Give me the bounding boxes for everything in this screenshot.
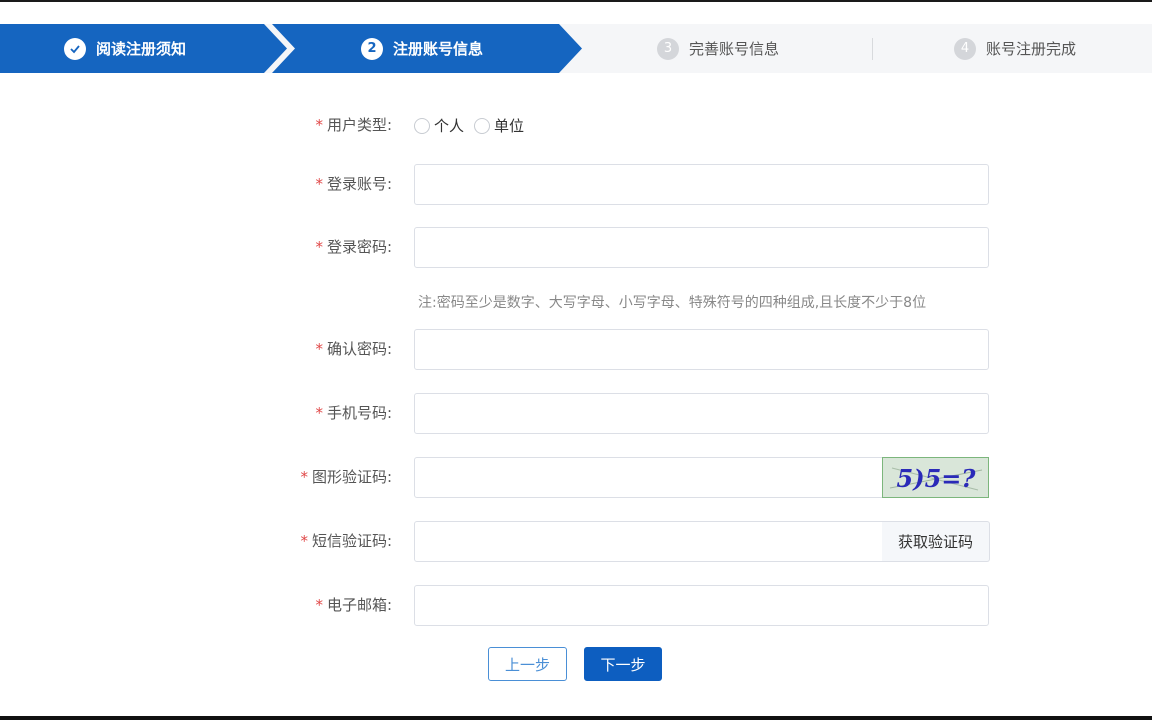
email-input[interactable] xyxy=(414,585,989,626)
label-text: 电子邮箱: xyxy=(326,596,392,614)
label-text: 手机号码: xyxy=(326,404,392,422)
label-text: 登录账号: xyxy=(326,175,392,193)
user-type-individual-option[interactable]: 个人 xyxy=(414,115,464,136)
step-label: 注册账号信息 xyxy=(393,40,484,58)
phone-label: * 手机号码: xyxy=(315,402,392,423)
required-mark: * xyxy=(300,468,308,486)
confirm-password-label: * 确认密码: xyxy=(315,338,392,359)
password-label: * 登录密码: xyxy=(315,236,392,257)
label-text: 用户类型: xyxy=(326,116,392,134)
option-label: 个人 xyxy=(434,117,465,135)
step-number: 4 xyxy=(954,37,976,60)
label-text: 图形验证码: xyxy=(311,468,392,486)
step-complete-info: 3 完善账号信息 xyxy=(657,24,779,73)
phone-row: * 手机号码: xyxy=(0,393,1152,434)
email-label: * 电子邮箱: xyxy=(315,594,392,615)
step-divider xyxy=(872,38,873,60)
sms-code-row: * 短信验证码: 获取验证码 xyxy=(0,521,1152,562)
step-progress-bar: 阅读注册须知 2 注册账号信息 3 完善账号信息 4 账号注册完成 xyxy=(0,24,1152,73)
user-type-row: * 用户类型: 个人 单位 xyxy=(0,114,1152,136)
bottom-border xyxy=(0,716,1152,720)
required-mark: * xyxy=(315,404,323,422)
password-rule-note: 注:密码至少是数字、大写字母、小写字母、特殊符号的四种组成,且长度不少于8位 xyxy=(418,295,927,311)
phone-input[interactable] xyxy=(414,393,989,434)
user-type-label: * 用户类型: xyxy=(315,114,392,135)
required-mark: * xyxy=(315,340,323,358)
step-number: 3 xyxy=(657,37,679,60)
account-label: * 登录账号: xyxy=(315,173,392,194)
email-row: * 电子邮箱: xyxy=(0,585,1152,626)
radio-button[interactable] xyxy=(474,117,491,134)
top-border xyxy=(0,0,1152,2)
step-number: 2 xyxy=(361,37,383,60)
account-input[interactable] xyxy=(414,164,989,205)
required-mark: * xyxy=(315,175,323,193)
required-mark: * xyxy=(315,116,323,134)
captcha-image[interactable]: 5)5=? xyxy=(882,457,989,498)
label-text: 登录密码: xyxy=(326,238,392,256)
required-mark: * xyxy=(315,238,323,256)
option-label: 单位 xyxy=(494,117,525,135)
step-register-account: 2 注册账号信息 xyxy=(361,24,483,73)
confirm-password-input[interactable] xyxy=(414,329,989,370)
check-icon xyxy=(64,37,86,60)
label-text: 确认密码: xyxy=(326,340,392,358)
required-mark: * xyxy=(300,532,308,550)
sms-code-input[interactable] xyxy=(414,521,883,562)
required-mark: * xyxy=(315,596,323,614)
account-row: * 登录账号: xyxy=(0,164,1152,205)
user-type-organization-option[interactable]: 单位 xyxy=(474,115,524,136)
previous-step-button[interactable]: 上一步 xyxy=(488,647,567,681)
label-text: 短信验证码: xyxy=(311,532,392,550)
radio-button[interactable] xyxy=(414,117,430,134)
captcha-graphic: 5)5=? xyxy=(889,464,982,493)
captcha-text: 5)5=? xyxy=(896,464,976,493)
user-type-radio-group: 个人 单位 xyxy=(414,115,524,136)
captcha-row: * 图形验证码: 5)5=? xyxy=(0,457,1152,498)
step-label: 完善账号信息 xyxy=(689,40,780,58)
step-label: 账号注册完成 xyxy=(986,40,1077,58)
password-row: * 登录密码: xyxy=(0,227,1152,268)
captcha-input[interactable] xyxy=(414,457,883,498)
get-sms-code-button[interactable]: 获取验证码 xyxy=(882,521,990,562)
confirm-password-row: * 确认密码: xyxy=(0,329,1152,370)
next-step-button[interactable]: 下一步 xyxy=(584,647,662,681)
captcha-label: * 图形验证码: xyxy=(300,466,392,487)
step-registration-done: 4 账号注册完成 xyxy=(954,24,1076,73)
password-input[interactable] xyxy=(414,227,989,268)
sms-code-label: * 短信验证码: xyxy=(300,530,392,551)
step-read-notice: 阅读注册须知 xyxy=(64,24,186,73)
step-label: 阅读注册须知 xyxy=(96,40,187,58)
